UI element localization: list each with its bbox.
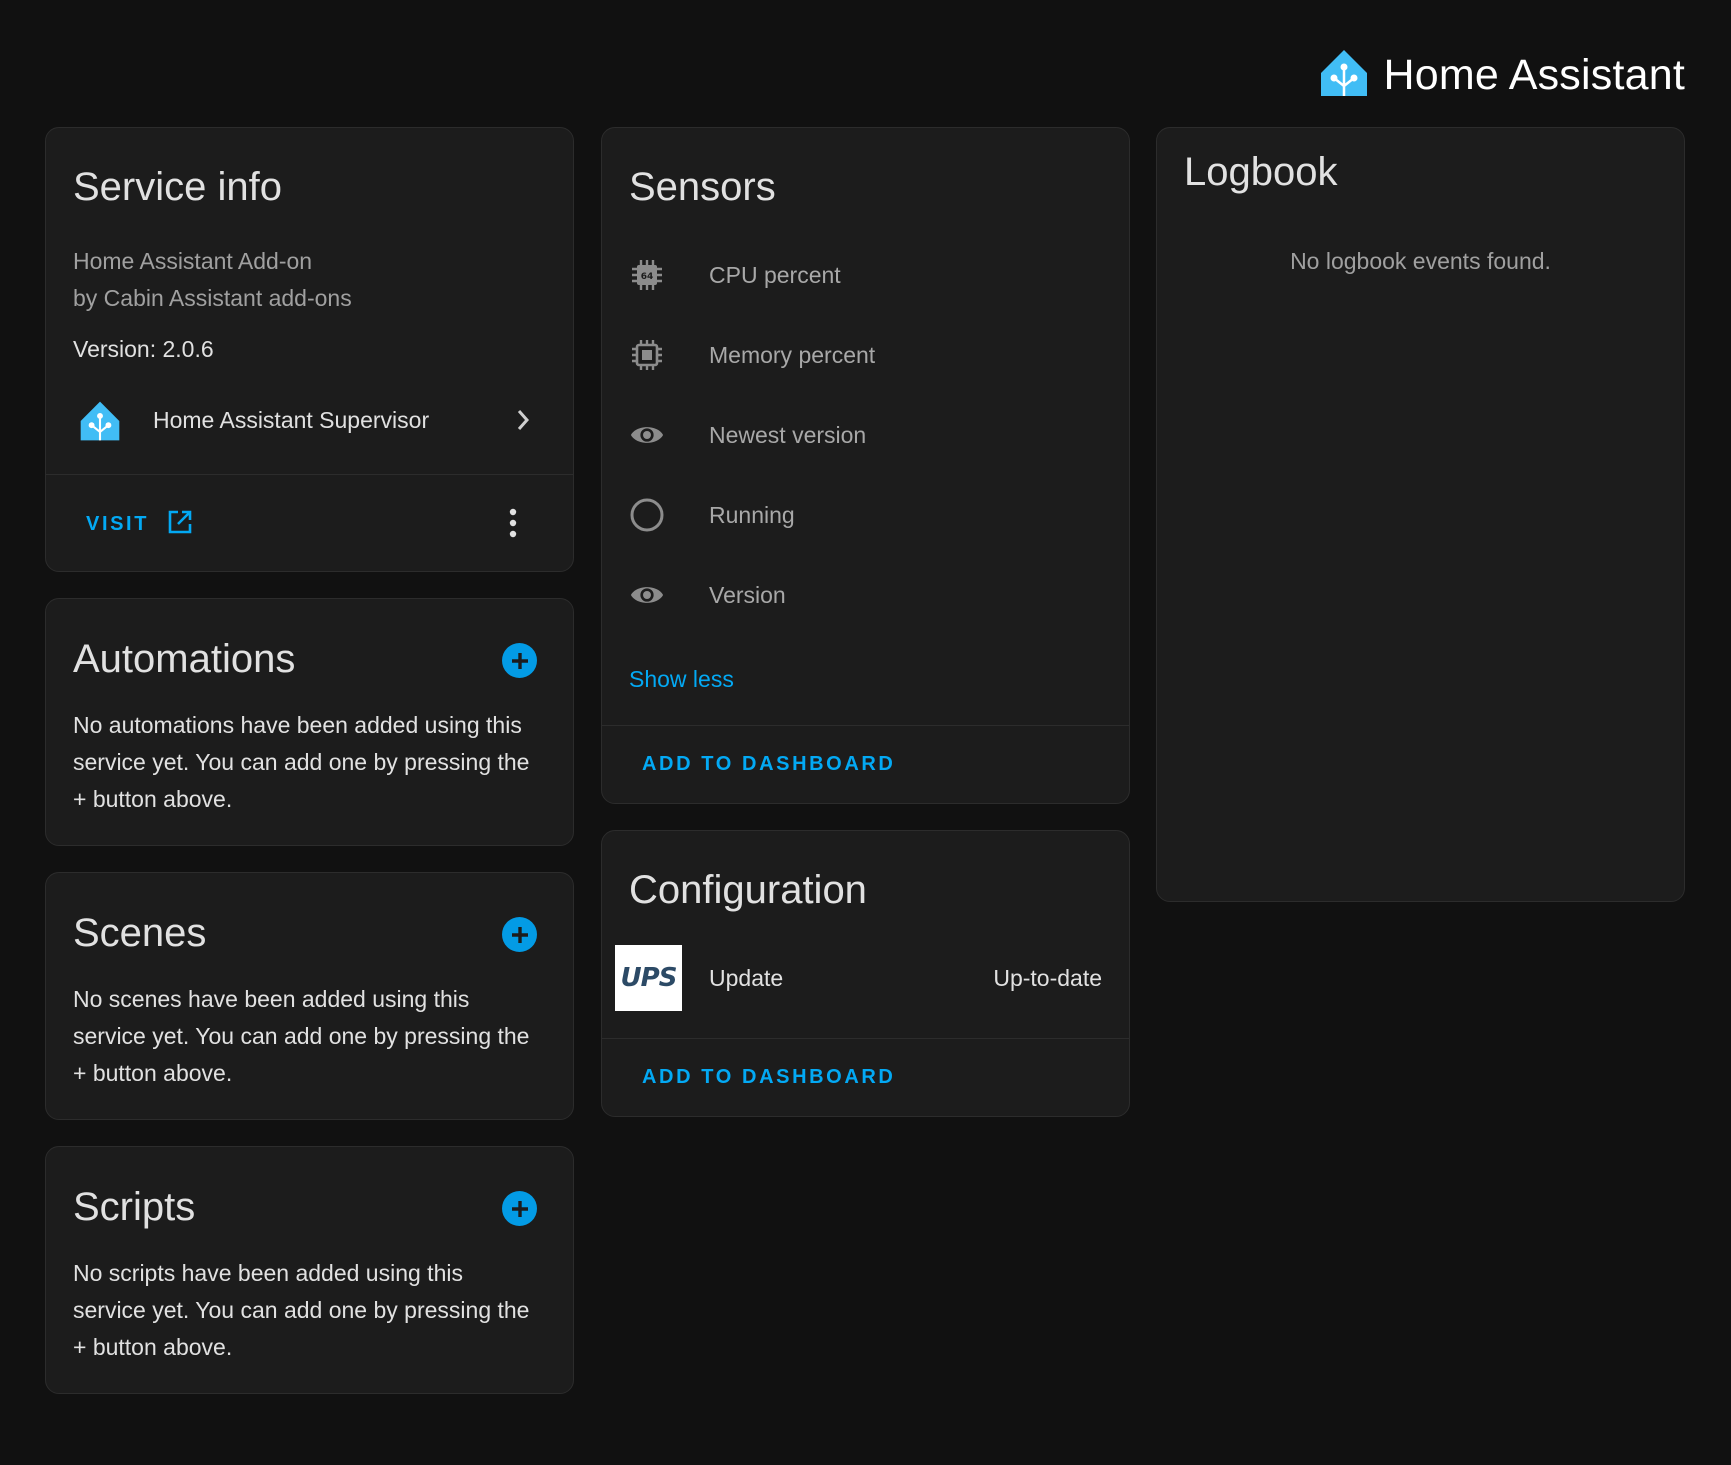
- divider: [602, 725, 1129, 726]
- sensors-card: Sensors 64 CPU percent Memory percent Ne…: [601, 127, 1130, 804]
- show-less-link[interactable]: Show less: [629, 666, 734, 693]
- sensor-label: Running: [709, 501, 795, 528]
- card-title: Sensors: [629, 165, 776, 209]
- sensor-label: Memory percent: [709, 341, 876, 368]
- sensor-row-version[interactable]: Version: [602, 565, 1129, 625]
- add-automation-button[interactable]: [502, 643, 537, 678]
- eye-icon: [629, 577, 665, 613]
- update-state: Up-to-date: [993, 965, 1102, 991]
- more-options-button[interactable]: [493, 503, 533, 543]
- card-title: Service info: [73, 165, 282, 209]
- brand-header: Home Assistant: [1319, 48, 1685, 103]
- update-row[interactable]: UPS Update Up-to-date: [602, 945, 1129, 1011]
- add-scene-button[interactable]: [502, 917, 537, 952]
- plus-icon: [511, 1200, 528, 1217]
- add-script-button[interactable]: [502, 1191, 537, 1226]
- plus-icon: [511, 652, 528, 669]
- sensor-row-memory-percent[interactable]: Memory percent: [602, 325, 1129, 385]
- add-to-dashboard-button[interactable]: ADD TO DASHBOARD: [642, 753, 895, 776]
- add-to-dashboard-button[interactable]: ADD TO DASHBOARD: [642, 1066, 895, 1089]
- visit-button[interactable]: VISIT: [86, 504, 193, 544]
- home-assistant-supervisor-icon: [79, 400, 121, 447]
- supervisor-link[interactable]: Home Assistant Supervisor: [46, 390, 573, 450]
- scripts-card: Scripts No scripts have been added using…: [45, 1146, 574, 1394]
- logbook-empty-text: No logbook events found.: [1290, 248, 1551, 274]
- brand-name: Home Assistant: [1383, 51, 1685, 99]
- card-title: Scripts: [73, 1185, 196, 1229]
- card-title: Automations: [73, 637, 296, 681]
- open-in-new-icon: [167, 509, 193, 540]
- automations-card: Automations No automations have been add…: [45, 598, 574, 846]
- circle-outline-icon: [629, 497, 665, 533]
- dots-vertical-icon: [509, 508, 517, 538]
- card-title: Logbook: [1184, 150, 1338, 194]
- card-title: Configuration: [629, 868, 867, 912]
- card-title: Scenes: [73, 911, 207, 955]
- automations-empty-text: No automations have been added using thi…: [73, 712, 530, 812]
- scenes-card: Scenes No scenes have been added using t…: [45, 872, 574, 1120]
- plus-icon: [511, 926, 528, 943]
- chip-icon: [629, 337, 665, 373]
- service-info-card: Service info Home Assistant Add-on by Ca…: [45, 127, 574, 572]
- eye-icon: [629, 417, 665, 453]
- sensor-row-running[interactable]: Running: [602, 485, 1129, 545]
- addon-author-text: by Cabin Assistant add-ons: [73, 285, 352, 311]
- ups-logo-text: UPS: [620, 963, 678, 993]
- update-label: Update: [709, 965, 784, 991]
- scenes-empty-text: No scenes have been added using this ser…: [73, 986, 530, 1086]
- sensor-label: Newest version: [709, 421, 867, 448]
- divider: [602, 1038, 1129, 1039]
- home-assistant-logo-icon: [1319, 48, 1369, 103]
- chevron-right-icon: [515, 408, 531, 437]
- ups-logo: UPS: [615, 945, 682, 1011]
- svg-text:64: 64: [641, 272, 654, 282]
- sensor-label: CPU percent: [709, 261, 841, 288]
- cpu-64-bit-icon: 64: [629, 257, 665, 293]
- logbook-card: Logbook No logbook events found.: [1156, 127, 1685, 902]
- sensor-row-cpu-percent[interactable]: 64 CPU percent: [602, 245, 1129, 305]
- divider: [46, 474, 573, 475]
- visit-label: VISIT: [86, 512, 150, 535]
- version-text: Version: 2.0.6: [73, 336, 214, 362]
- configuration-card: Configuration UPS Update Up-to-date ADD …: [601, 830, 1130, 1117]
- addon-type-text: Home Assistant Add-on: [73, 248, 313, 274]
- scripts-empty-text: No scripts have been added using this se…: [73, 1260, 530, 1360]
- sensor-row-newest-version[interactable]: Newest version: [602, 405, 1129, 465]
- supervisor-label: Home Assistant Supervisor: [153, 407, 430, 433]
- sensor-label: Version: [709, 581, 786, 608]
